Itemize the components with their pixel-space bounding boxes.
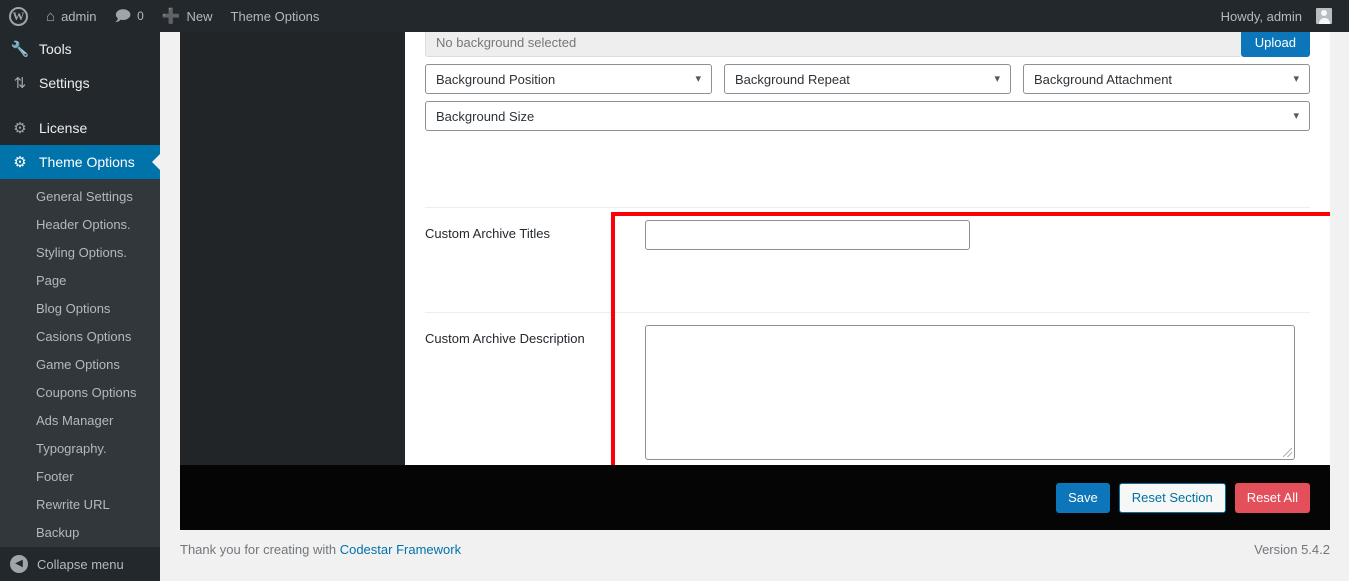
panel-action-bar: Save Reset Section Reset All	[180, 465, 1330, 530]
sliders-icon: ⇅	[13, 74, 27, 92]
background-repeat-select[interactable]: Background Repeat ▾	[724, 64, 1011, 94]
reset-section-button[interactable]: Reset Section	[1118, 482, 1226, 513]
chevron-down-icon: ▾	[1293, 72, 1299, 85]
theme-options-panel: No background selected Upload Background…	[180, 32, 1330, 530]
sidebar-item-label: Settings	[39, 75, 90, 91]
admin-bar: W ⌂ admin 🗩 0 ➕ New Theme Options Howdy,…	[0, 0, 1349, 32]
admin-sidebar: 🔧 Tools ⇅ Settings ⚙ License ⚙ Theme Opt…	[0, 32, 160, 581]
custom-archive-description-label: Custom Archive Description	[425, 331, 585, 346]
background-media-field: No background selected Upload Background…	[405, 32, 1330, 131]
content-area: No background selected Upload Background…	[160, 32, 1349, 581]
codestar-framework-link[interactable]: Codestar Framework	[340, 542, 461, 557]
sidebar-subitem-styling-options[interactable]: Styling Options.	[0, 239, 160, 267]
footer-thanks-text: Thank you for creating with	[180, 542, 340, 557]
avatar	[1316, 8, 1332, 24]
sidebar-item-tools[interactable]: 🔧 Tools	[0, 32, 160, 66]
site-name-label: admin	[61, 8, 97, 24]
theme-options-submenu: General Settings Header Options. Styling…	[0, 179, 160, 553]
background-position-label: Background Position	[436, 71, 556, 87]
sidebar-item-license[interactable]: ⚙ License	[0, 111, 160, 145]
custom-archive-titles-label: Custom Archive Titles	[425, 226, 550, 241]
custom-archive-description-body	[645, 325, 1310, 460]
field-divider	[425, 207, 1310, 208]
sidebar-subitem-game-options[interactable]: Game Options	[0, 351, 160, 379]
wrench-icon: 🔧	[10, 40, 30, 58]
adminbar-theme-options-label: Theme Options	[230, 8, 320, 24]
sidebar-subitem-footer[interactable]: Footer	[0, 463, 160, 491]
custom-archive-titles-input[interactable]	[645, 220, 970, 250]
comment-bubble-icon: 🗩	[114, 7, 132, 25]
background-size-row: Background Size ▾	[425, 101, 1310, 131]
sidebar-subitem-backup[interactable]: Backup	[0, 519, 160, 547]
chevron-down-icon: ▾	[1293, 109, 1299, 122]
background-position-select[interactable]: Background Position ▾	[425, 64, 712, 94]
sidebar-item-theme-options[interactable]: ⚙ Theme Options	[0, 145, 160, 179]
collapse-menu-button[interactable]: ◀ Collapse menu	[0, 547, 160, 581]
background-repeat-label: Background Repeat	[735, 71, 850, 87]
page-footer: Thank you for creating with Codestar Fra…	[180, 542, 1330, 557]
collapse-menu-label: Collapse menu	[37, 556, 124, 572]
sidebar-subitem-page[interactable]: Page	[0, 267, 160, 295]
chevron-down-icon: ▾	[994, 72, 1000, 85]
howdy-label: Howdy, admin	[1220, 8, 1302, 24]
sidebar-subitem-coupons-options[interactable]: Coupons Options	[0, 379, 160, 407]
sidebar-subitem-ads-manager[interactable]: Ads Manager	[0, 407, 160, 435]
wordpress-logo-icon: W	[9, 6, 28, 26]
custom-archive-titles-body	[645, 220, 1310, 250]
custom-archive-description-textarea[interactable]	[645, 325, 1295, 460]
sidebar-subitem-casions-options[interactable]: Casions Options	[0, 323, 160, 351]
sidebar-subitem-rewrite-url[interactable]: Rewrite URL	[0, 491, 160, 519]
section-fields: No background selected Upload Background…	[405, 32, 1330, 465]
field-divider	[425, 312, 1310, 313]
sidebar-item-label: Theme Options	[39, 154, 135, 170]
sidebar-subitem-header-options[interactable]: Header Options.	[0, 211, 160, 239]
chevron-down-icon: ▾	[695, 72, 701, 85]
background-size-label: Background Size	[436, 108, 535, 124]
sidebar-item-settings[interactable]: ⇅ Settings	[0, 66, 160, 100]
background-attachment-label: Background Attachment	[1034, 71, 1173, 87]
new-content-menu[interactable]: ➕ New	[153, 0, 222, 32]
background-upload-input[interactable]: No background selected	[425, 32, 1241, 57]
sidebar-subitem-general-settings[interactable]: General Settings	[0, 183, 160, 211]
footer-version: Version 5.4.2	[1254, 542, 1330, 557]
background-upload-row: No background selected Upload	[425, 32, 1310, 57]
gear-icon: ⚙	[13, 119, 27, 137]
upload-button[interactable]: Upload	[1240, 32, 1310, 57]
background-attachment-select[interactable]: Background Attachment ▾	[1023, 64, 1310, 94]
comments-menu[interactable]: 🗩 0	[105, 0, 152, 32]
wp-logo-menu[interactable]: W	[0, 0, 37, 32]
sidebar-item-label: License	[39, 120, 88, 136]
new-label: New	[186, 8, 213, 24]
sidebar-subitem-blog-options[interactable]: Blog Options	[0, 295, 160, 323]
footer-credit: Thank you for creating with Codestar Fra…	[180, 542, 461, 557]
reset-all-button[interactable]: Reset All	[1234, 482, 1310, 513]
comments-count: 0	[137, 9, 144, 23]
gear-icon: ⚙	[13, 153, 27, 171]
plus-icon: ➕	[161, 7, 181, 25]
custom-archive-description-row: Custom Archive Description	[405, 325, 1330, 460]
menu-separator	[0, 100, 160, 111]
custom-archive-titles-row: Custom Archive Titles	[405, 220, 1330, 250]
my-account-menu[interactable]: Howdy, admin	[1212, 0, 1341, 32]
background-size-select[interactable]: Background Size ▾	[425, 101, 1310, 131]
section-nav-panel[interactable]	[180, 32, 405, 465]
resize-handle-icon[interactable]	[1283, 448, 1292, 457]
adminbar-theme-options[interactable]: Theme Options	[222, 0, 329, 32]
background-options-row: Background Position ▾ Background Repeat …	[425, 64, 1310, 94]
sidebar-item-label: Tools	[39, 41, 72, 57]
sidebar-subitem-typography[interactable]: Typography.	[0, 435, 160, 463]
home-icon: ⌂	[46, 7, 56, 25]
site-name-menu[interactable]: ⌂ admin	[37, 0, 105, 32]
save-button[interactable]: Save	[1056, 482, 1110, 513]
chevron-left-circle-icon: ◀	[10, 555, 28, 573]
